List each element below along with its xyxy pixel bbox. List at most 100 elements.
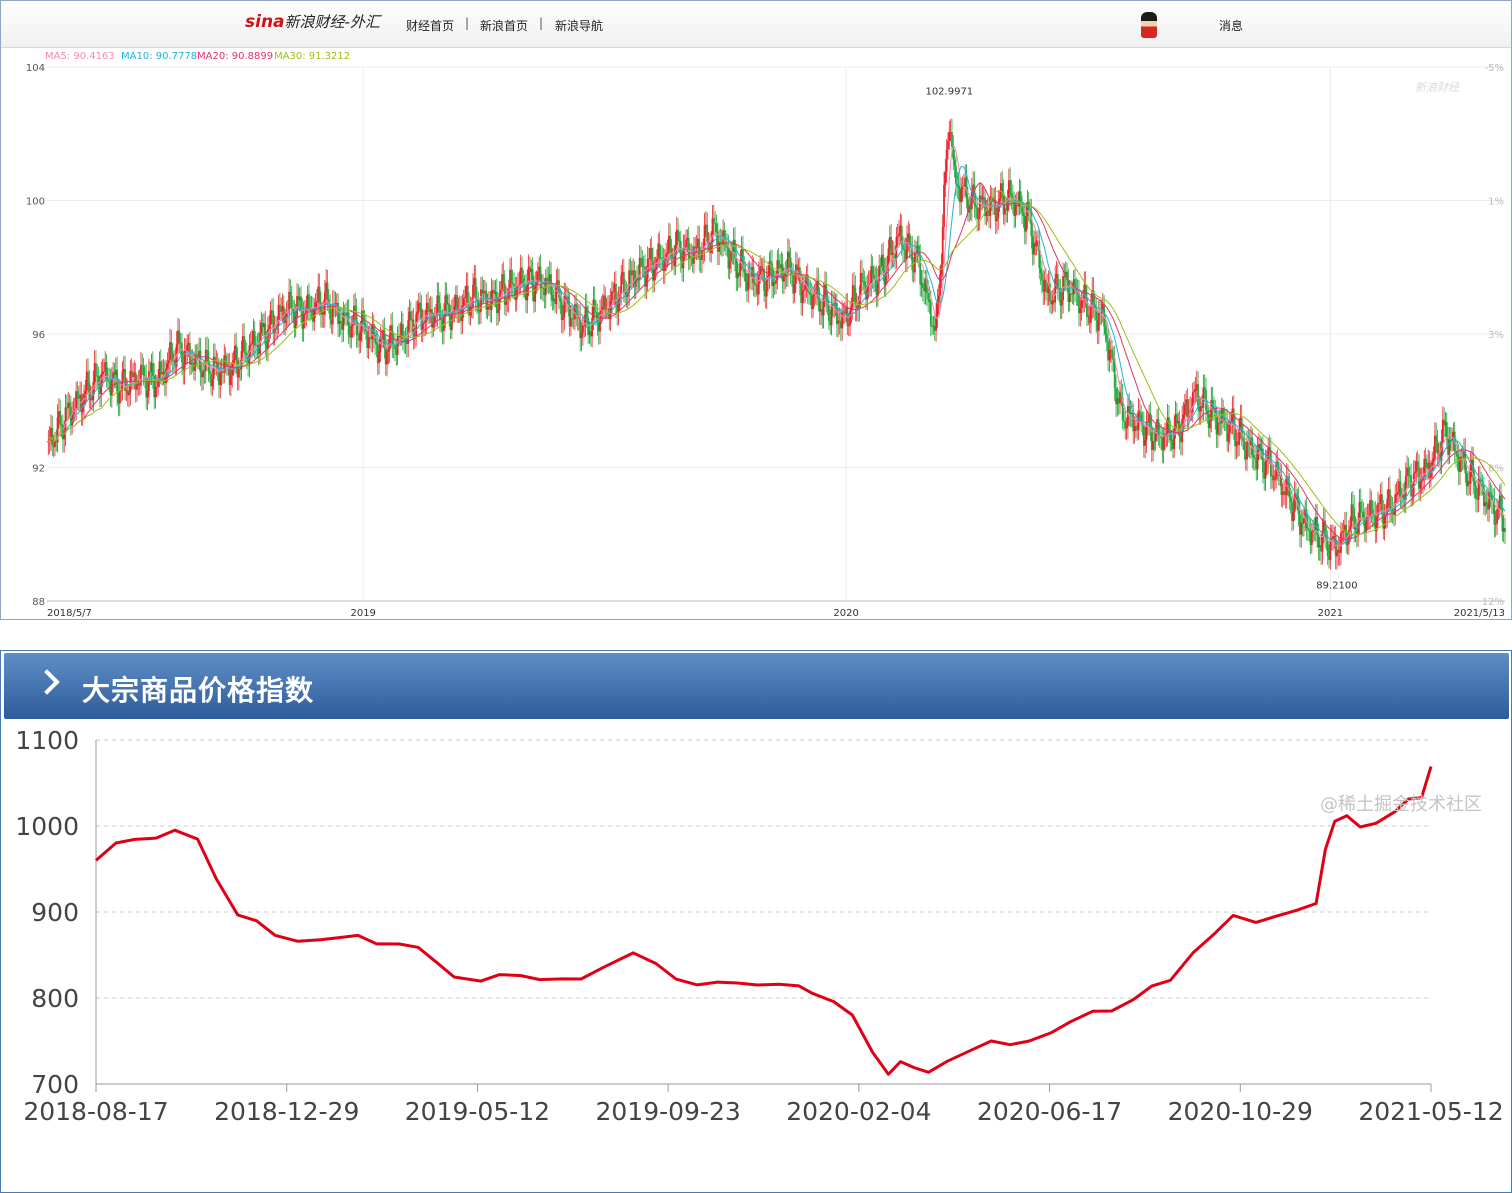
candle-body xyxy=(146,391,149,398)
page-watermark: @稀土掘金技术社区 xyxy=(1320,794,1482,815)
candle-body xyxy=(166,363,169,369)
candle-body xyxy=(495,291,498,314)
candle-body xyxy=(439,303,441,320)
nav-link-finance-home[interactable]: 财经首页 xyxy=(406,17,454,34)
candle-body xyxy=(526,282,529,301)
candle-body xyxy=(1182,414,1185,419)
candle-body xyxy=(427,302,429,312)
candle-body xyxy=(1140,413,1143,423)
y-tick-label: 1000 xyxy=(15,812,79,841)
candle-body xyxy=(478,311,481,313)
candle-body xyxy=(1432,458,1435,462)
candle-body xyxy=(1326,539,1329,557)
candle-body xyxy=(896,236,899,238)
candle-body xyxy=(1216,423,1219,435)
candle-body xyxy=(1097,312,1100,331)
candle-body xyxy=(1504,527,1506,533)
kline-watermark: 新浪财经 xyxy=(1415,81,1460,94)
candle-body xyxy=(412,319,415,339)
candle-body xyxy=(510,269,513,283)
candle-body xyxy=(170,342,173,354)
candle-body xyxy=(232,360,235,363)
candle-body xyxy=(929,302,932,326)
candle-body xyxy=(1242,437,1244,441)
candle-body xyxy=(1152,441,1154,450)
candle-body xyxy=(151,362,154,377)
candle-body xyxy=(1060,300,1063,306)
candle-body xyxy=(830,304,833,326)
candle-body xyxy=(339,321,342,323)
nav-link-sina-nav[interactable]: 新浪导航 xyxy=(555,17,603,34)
candle-body xyxy=(1321,530,1324,552)
x-tick-label: 2020-06-17 xyxy=(977,1097,1122,1126)
candle-body xyxy=(206,349,208,352)
candle-body xyxy=(1349,526,1352,531)
sina-logo[interactable]: sina新浪财经-外汇 xyxy=(245,11,380,32)
candle-body xyxy=(329,303,332,320)
candle-body xyxy=(793,283,796,294)
candle-body xyxy=(730,250,732,262)
candle-body xyxy=(570,318,572,327)
candle-body xyxy=(701,250,703,260)
candle-body xyxy=(648,258,650,260)
candle-body xyxy=(828,304,830,321)
nav-link-sina-home[interactable]: 新浪首页 xyxy=(480,17,528,34)
candle-body xyxy=(1137,410,1140,431)
candle-body xyxy=(269,310,272,326)
candle-body xyxy=(68,402,71,408)
candle-body xyxy=(450,312,453,331)
messages-link[interactable]: 消息 xyxy=(1219,17,1243,34)
x-tick-label: 2018/5/7 xyxy=(47,608,92,619)
candle-body xyxy=(194,354,197,371)
candle-body xyxy=(1435,435,1438,441)
candle-body xyxy=(219,373,222,385)
candle-body xyxy=(211,378,214,387)
x-tick-label: 2020 xyxy=(833,608,858,619)
candle-body xyxy=(1414,471,1416,474)
candle-body xyxy=(167,360,170,364)
candle-body xyxy=(350,325,353,338)
candle-body xyxy=(1351,504,1354,508)
candle-body xyxy=(1203,387,1206,390)
candle-body xyxy=(1359,501,1362,512)
candle-body xyxy=(1474,485,1477,499)
candle-body xyxy=(130,371,133,377)
right-tick-label: 12% xyxy=(1482,597,1504,608)
candle-body xyxy=(1306,528,1309,530)
candle-body xyxy=(1144,439,1147,446)
candle-body xyxy=(278,304,281,312)
candle-body xyxy=(1302,518,1305,524)
candle-body xyxy=(890,237,893,255)
y-tick-label: 700 xyxy=(31,1070,79,1099)
y-tick-label: 100 xyxy=(26,197,45,208)
candle-body xyxy=(416,311,419,315)
candle-body xyxy=(132,376,134,378)
candle-body xyxy=(351,324,354,326)
candle-body xyxy=(110,379,113,396)
commodity-index-line xyxy=(95,766,1433,1076)
candle-body xyxy=(290,295,293,310)
candle-body xyxy=(726,246,728,248)
candle-body xyxy=(906,238,908,259)
candle-body xyxy=(943,184,945,228)
candle-body xyxy=(955,165,957,184)
candle-body xyxy=(367,337,370,349)
candle-body xyxy=(394,345,396,350)
candle-body xyxy=(882,254,885,272)
candle-body xyxy=(812,296,814,310)
user-avatar[interactable] xyxy=(1141,12,1157,38)
candle-body xyxy=(996,218,998,222)
candle-body xyxy=(685,240,687,247)
candle-body xyxy=(1336,552,1338,557)
chevron-right-icon[interactable] xyxy=(34,669,60,695)
candle-body xyxy=(235,345,238,361)
candle-body xyxy=(997,201,1000,219)
candle-body xyxy=(268,325,271,330)
candle-body xyxy=(1481,485,1484,487)
candle-body xyxy=(1194,389,1197,392)
candle-body xyxy=(706,224,709,243)
candle-body xyxy=(801,290,804,303)
candle-body xyxy=(1105,334,1108,342)
candle-body xyxy=(1202,387,1205,409)
candle-body xyxy=(248,345,251,366)
